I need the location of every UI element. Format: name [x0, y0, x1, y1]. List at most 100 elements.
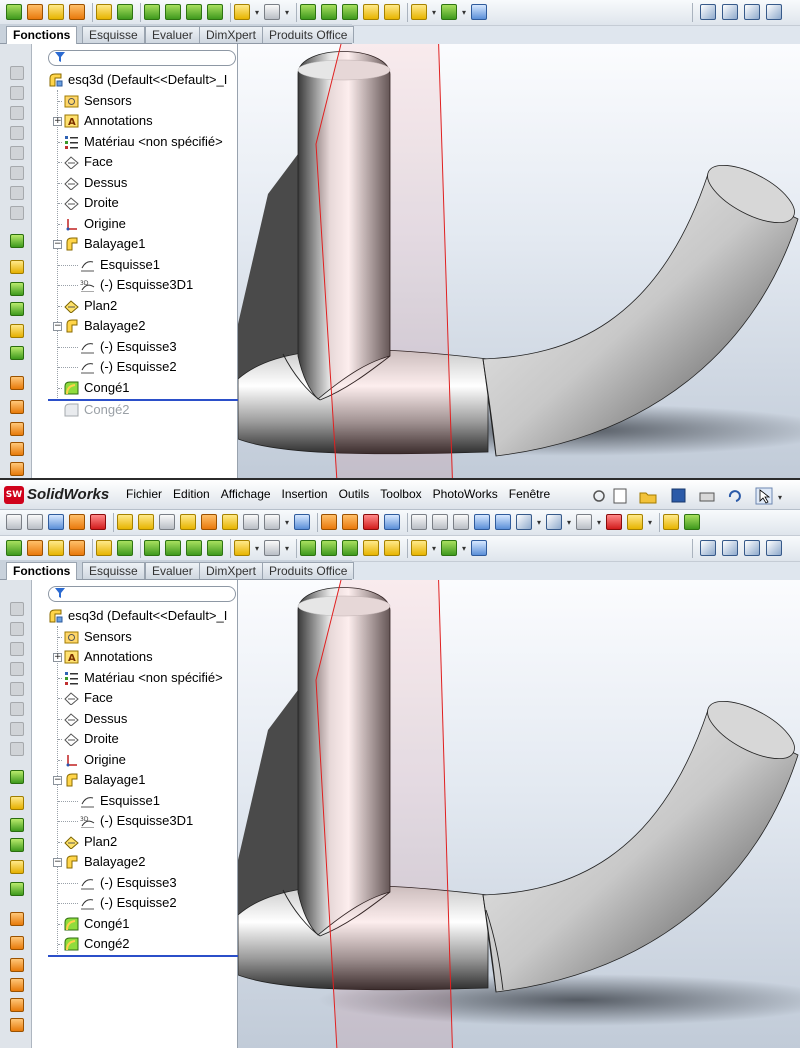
command-strip-icon[interactable]: [10, 742, 24, 756]
toolbar-button-icon[interactable]: [342, 4, 358, 20]
command-strip-icon[interactable]: [10, 622, 24, 636]
toolbar-button-icon[interactable]: [117, 4, 133, 20]
chevron-down-icon[interactable]: ▾: [255, 544, 259, 553]
view-cube-icon[interactable]: [722, 540, 738, 556]
toolbar-button-icon[interactable]: [222, 514, 238, 530]
toolbar-button-icon[interactable]: [27, 514, 43, 530]
graphics-viewport[interactable]: [238, 580, 800, 1048]
toolbar-button-icon[interactable]: [576, 514, 592, 530]
tree-filter-input[interactable]: [48, 50, 236, 66]
toolbar-button-icon[interactable]: [48, 514, 64, 530]
menu-item[interactable]: Affichage: [221, 487, 271, 501]
rollback-bar[interactable]: [48, 955, 238, 957]
chevron-down-icon[interactable]: ▾: [597, 518, 601, 527]
toolbar-button-icon[interactable]: [474, 514, 490, 530]
view-cube-icon[interactable]: [766, 540, 782, 556]
chevron-down-icon[interactable]: ▾: [432, 8, 436, 17]
toolbar-button-icon[interactable]: [411, 540, 427, 556]
command-strip-icon[interactable]: [10, 146, 24, 160]
view-cube-icon[interactable]: [744, 4, 760, 20]
collapse-icon[interactable]: −: [53, 322, 62, 331]
chevron-down-icon[interactable]: ▾: [648, 518, 652, 527]
toolbar-button-icon[interactable]: [69, 514, 85, 530]
command-strip-icon[interactable]: [10, 106, 24, 120]
toolbar-button-icon[interactable]: [165, 540, 181, 556]
toolbar-button-icon[interactable]: [264, 540, 280, 556]
tab-esquisse[interactable]: Esquisse: [82, 562, 145, 579]
toolbar-button-icon[interactable]: [432, 514, 448, 530]
toolbar-button-icon[interactable]: [6, 4, 22, 20]
toolbar-button-icon[interactable]: [663, 514, 679, 530]
command-strip-icon[interactable]: [10, 838, 24, 852]
command-strip-icon[interactable]: [10, 86, 24, 100]
menu-item[interactable]: Fichier: [126, 487, 162, 501]
toolbar-button-icon[interactable]: [186, 4, 202, 20]
toolbar-button-icon[interactable]: [294, 514, 310, 530]
toolbar-button-icon[interactable]: [201, 514, 217, 530]
toolbar-button-icon[interactable]: [69, 540, 85, 556]
graphics-viewport[interactable]: [238, 44, 800, 478]
chevron-down-icon[interactable]: ▾: [432, 544, 436, 553]
toolbar-button-icon[interactable]: [411, 514, 427, 530]
collapse-icon[interactable]: −: [53, 858, 62, 867]
command-strip-icon[interactable]: [10, 186, 24, 200]
toolbar-button-icon[interactable]: [27, 540, 43, 556]
command-strip-icon[interactable]: [10, 442, 24, 456]
toolbar-button-icon[interactable]: [321, 514, 337, 530]
toolbar-button-icon[interactable]: [471, 4, 487, 20]
menu-item[interactable]: Toolbox: [380, 487, 421, 501]
view-cube-icon[interactable]: [766, 4, 782, 20]
toolbar-button-icon[interactable]: [27, 4, 43, 20]
toolbar-button-icon[interactable]: [342, 540, 358, 556]
toolbar-button-icon[interactable]: [264, 514, 280, 530]
command-strip-icon[interactable]: [10, 602, 24, 616]
toolbar-button-icon[interactable]: [411, 4, 427, 20]
toolbar-button-icon[interactable]: [234, 4, 250, 20]
command-strip-icon[interactable]: [10, 642, 24, 656]
command-strip-icon[interactable]: [10, 912, 24, 926]
toolbar-button-icon[interactable]: [384, 4, 400, 20]
expand-icon[interactable]: +: [53, 117, 62, 126]
tab-produits-office[interactable]: Produits Office: [262, 562, 355, 579]
chevron-down-icon[interactable]: ▾: [255, 8, 259, 17]
tab-produits-office[interactable]: Produits Office: [262, 26, 355, 43]
command-strip-icon[interactable]: [10, 662, 24, 676]
toolbar-button-icon[interactable]: [441, 4, 457, 20]
command-strip-icon[interactable]: [10, 682, 24, 696]
toolbar-button-icon[interactable]: [96, 4, 112, 20]
toolbar-button-icon[interactable]: [627, 514, 643, 530]
toolbar-button-icon[interactable]: [144, 540, 160, 556]
toolbar-button-icon[interactable]: [243, 514, 259, 530]
chevron-down-icon[interactable]: ▾: [567, 518, 571, 527]
expand-icon[interactable]: +: [53, 653, 62, 662]
tab-fonctions[interactable]: Fonctions: [6, 562, 78, 580]
command-strip-icon[interactable]: [10, 958, 24, 972]
command-strip-icon[interactable]: [10, 206, 24, 220]
tree-filter-input[interactable]: [48, 586, 236, 602]
toolbar-button-icon[interactable]: [96, 540, 112, 556]
toolbar-button-icon[interactable]: [363, 540, 379, 556]
command-strip-icon[interactable]: [10, 166, 24, 180]
toolbar-button-icon[interactable]: [165, 4, 181, 20]
toolbar-button-icon[interactable]: [159, 514, 175, 530]
command-strip-icon[interactable]: [10, 702, 24, 716]
tab-fonctions[interactable]: Fonctions: [6, 26, 78, 44]
chevron-down-icon[interactable]: ▾: [285, 518, 289, 527]
toolbar-button-icon[interactable]: [117, 540, 133, 556]
toolbar-button-icon[interactable]: [384, 514, 400, 530]
toolbar-button-icon[interactable]: [69, 4, 85, 20]
toolbar-button-icon[interactable]: [6, 514, 22, 530]
toolbar-button-icon[interactable]: [48, 4, 64, 20]
menu-item[interactable]: Insertion: [282, 487, 328, 501]
command-strip-icon[interactable]: [10, 722, 24, 736]
command-strip-icon[interactable]: [10, 796, 24, 810]
toolbar-button-icon[interactable]: [441, 540, 457, 556]
command-strip-icon[interactable]: [10, 1018, 24, 1032]
view-cube-icon[interactable]: [744, 540, 760, 556]
command-strip-icon[interactable]: [10, 422, 24, 436]
toolbar-button-icon[interactable]: [471, 540, 487, 556]
toolbar-button-icon[interactable]: [516, 514, 532, 530]
3d-model-view[interactable]: [238, 580, 800, 1048]
toolbar-button-icon[interactable]: [264, 4, 280, 20]
toolbar-button-icon[interactable]: [363, 514, 379, 530]
